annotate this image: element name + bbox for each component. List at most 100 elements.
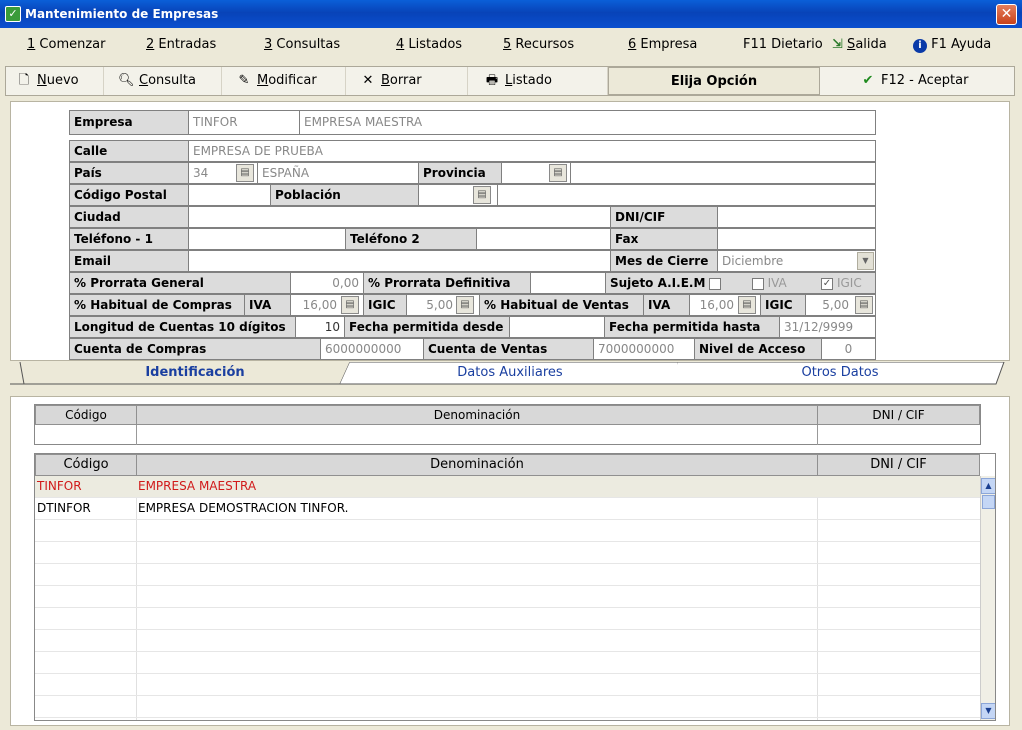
provincia-label: Provincia (418, 162, 502, 184)
menu-ayuda[interactable]: i F1 Ayuda (913, 37, 991, 53)
tel1-label: Teléfono - 1 (69, 228, 189, 250)
tab-bar: Identificación Datos Auxiliares Otros Da… (10, 362, 1010, 386)
results-header-denominacion: Denominación (136, 454, 818, 476)
close-button[interactable]: ✕ (996, 4, 1017, 25)
menu-salida[interactable]: ⇲ Salida (832, 37, 887, 52)
table-row[interactable]: DTINFOR EMPRESA DEMOSTRACION TINFOR. (35, 498, 980, 520)
igic-check-label: IGIC (836, 276, 862, 290)
longitud-field[interactable]: 10 (295, 316, 345, 338)
table-row[interactable]: TINFOR EMPRESA MAESTRA (35, 476, 980, 498)
results-header-codigo: Código (35, 454, 137, 476)
row-denominacion: EMPRESA MAESTRA (138, 479, 257, 493)
email-field[interactable] (188, 250, 611, 272)
tab-datos-auxiliares[interactable]: Datos Auxiliares (360, 362, 660, 385)
iva-ventas-lookup-icon[interactable]: ▤ (738, 296, 756, 314)
ciudad-label: Ciudad (69, 206, 189, 228)
info-icon: i (913, 39, 927, 53)
igic-checkbox[interactable]: ✓ (820, 277, 833, 290)
email-label: Email (69, 250, 189, 272)
empresa-name-field[interactable]: EMPRESA MAESTRA (299, 110, 876, 135)
filter-header-dni: DNI / CIF (817, 405, 980, 425)
fecha-hasta-field[interactable]: 31/12/9999 (779, 316, 876, 338)
iva-ventas-label: IVA (643, 294, 690, 316)
filter-header-denominacion: Denominación (136, 405, 818, 425)
pais-lookup-icon[interactable]: ▤ (236, 164, 254, 182)
tel1-field[interactable] (188, 228, 346, 250)
tab-otros-datos[interactable]: Otros Datos (690, 362, 990, 385)
cuenta-compras-field[interactable]: 6000000000 (320, 338, 424, 360)
cp-label: Código Postal (69, 184, 189, 206)
listado-button[interactable]: 🖶 Listado (468, 67, 608, 95)
nivel-acceso-field[interactable]: 0 (821, 338, 876, 360)
menu-empresa[interactable]: 6 Empresa (628, 37, 697, 52)
iva-check-label: IVA (767, 276, 787, 290)
table-row (35, 564, 980, 586)
table-row (35, 652, 980, 674)
menu-comenzar[interactable]: 1 Comenzar (27, 37, 105, 52)
row-codigo: TINFOR (37, 479, 82, 493)
mes-cierre-select[interactable]: Diciembre (717, 250, 876, 272)
igic-ventas-label: IGIC (760, 294, 806, 316)
igic-compras-lookup-icon[interactable]: ▤ (456, 296, 474, 314)
menu-entradas[interactable]: 2 Entradas (146, 37, 216, 52)
elija-opcion-label: Elija Opción (608, 67, 820, 95)
aceptar-button[interactable]: ✔ F12 - Aceptar (820, 67, 1014, 95)
filter-codigo-input[interactable] (35, 425, 137, 445)
tel2-field[interactable] (476, 228, 611, 250)
iva-checkbox[interactable] (751, 277, 764, 290)
iva-compras-label: IVA (244, 294, 291, 316)
filter-grid: Código Denominación DNI / CIF (34, 404, 981, 445)
tab-identificacion[interactable]: Identificación (50, 362, 340, 385)
calle-field[interactable]: EMPRESA DE PRUEBA (188, 140, 876, 162)
borrar-button[interactable]: ✕ Borrar (346, 67, 468, 95)
chevron-down-icon[interactable]: ▼ (857, 252, 874, 270)
vertical-scrollbar[interactable]: ▲ ▼ (980, 476, 995, 720)
printer-icon: 🖶 (485, 73, 499, 88)
igic-ventas-lookup-icon[interactable]: ▤ (855, 296, 873, 314)
check-icon: ✔ (862, 73, 874, 88)
dni-field[interactable] (717, 206, 876, 228)
sujeto-aiem-checkbox[interactable] (709, 277, 722, 290)
window-title: Mantenimiento de Empresas (25, 7, 219, 21)
menu-listados[interactable]: 4 Listados (396, 37, 462, 52)
provincia-lookup-icon[interactable]: ▤ (549, 164, 567, 182)
results-grid: Código Denominación DNI / CIF TINFOR EMP… (34, 453, 996, 721)
table-row (35, 542, 980, 564)
cuenta-ventas-label: Cuenta de Ventas (423, 338, 594, 360)
fecha-hasta-label: Fecha permitida hasta (604, 316, 780, 338)
menu-dietario[interactable]: F11 Dietario (743, 37, 823, 52)
results-header-dni: DNI / CIF (817, 454, 980, 476)
menu-consultas[interactable]: 3 Consultas (264, 37, 340, 52)
sujeto-aiem-row: Sujeto A.I.E.M IVA ✓ IGIC (605, 272, 876, 294)
empresa-code-field[interactable]: TINFOR (188, 110, 300, 135)
fecha-desde-field[interactable] (509, 316, 605, 338)
pais-label: País (69, 162, 189, 184)
prorrata-general-field[interactable]: 0,00 (290, 272, 364, 294)
calle-label: Calle (69, 140, 189, 162)
fax-field[interactable] (717, 228, 876, 250)
modificar-button[interactable]: ✎ Modificar (222, 67, 346, 95)
prorrata-definitiva-field[interactable] (530, 272, 606, 294)
nivel-acceso-label: Nivel de Acceso (694, 338, 822, 360)
sujeto-aiem-label: Sujeto A.I.E.M (610, 276, 706, 290)
scroll-thumb[interactable] (982, 495, 995, 509)
filter-dni-input[interactable] (817, 425, 980, 445)
filter-denominacion-input[interactable] (136, 425, 818, 445)
dni-label: DNI/CIF (610, 206, 718, 228)
scroll-up-icon[interactable]: ▲ (981, 478, 995, 494)
consulta-button[interactable]: 🔍︎ Consulta (104, 67, 222, 95)
ciudad-field[interactable] (188, 206, 611, 228)
igic-compras-label: IGIC (363, 294, 407, 316)
poblacion-name-field (497, 184, 876, 206)
table-row (35, 696, 980, 718)
cuenta-ventas-field[interactable]: 7000000000 (593, 338, 695, 360)
scroll-down-icon[interactable]: ▼ (981, 703, 995, 719)
provincia-name-field (570, 162, 876, 184)
menu-recursos[interactable]: 5 Recursos (503, 37, 574, 52)
cp-field[interactable] (188, 184, 271, 206)
poblacion-lookup-icon[interactable]: ▤ (473, 186, 491, 204)
mes-cierre-label: Mes de Cierre (610, 250, 718, 272)
nuevo-button[interactable]: 🗋 Nuevo (6, 67, 104, 95)
table-row (35, 520, 980, 542)
iva-compras-lookup-icon[interactable]: ▤ (341, 296, 359, 314)
